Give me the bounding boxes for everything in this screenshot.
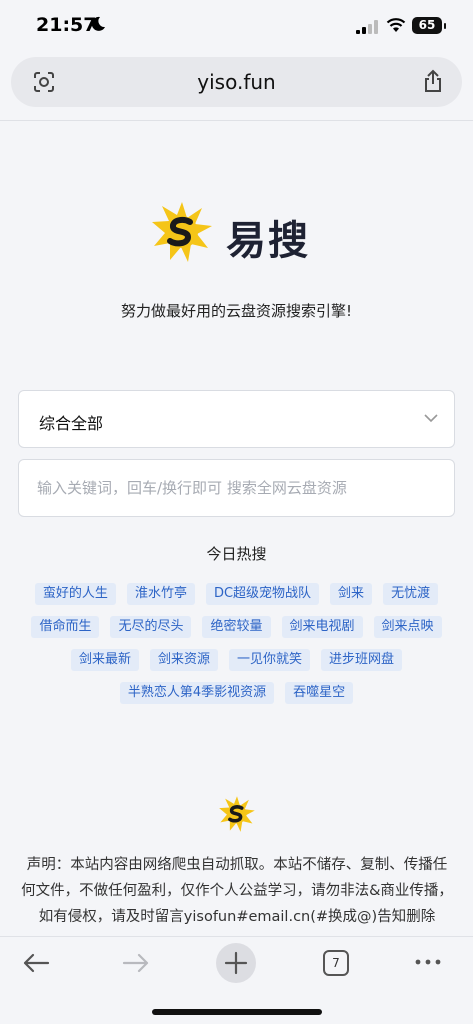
signal-icon [356, 20, 378, 34]
footer-logo-icon [219, 796, 255, 832]
hot-tag[interactable]: 无忧渡 [383, 583, 439, 605]
hot-tag[interactable]: 半熟恋人第4季影视资源 [119, 682, 275, 704]
more-icon[interactable] [412, 952, 444, 972]
moon-icon [91, 16, 105, 31]
category-select[interactable]: 综合全部 [18, 390, 455, 448]
address-bar[interactable]: yiso.fun [11, 57, 462, 107]
hot-tag[interactable]: 绝密较量 [202, 616, 271, 638]
logo-icon [152, 202, 212, 262]
search-input[interactable] [18, 459, 455, 517]
share-icon[interactable] [422, 69, 444, 93]
hot-tag[interactable]: 一见你就笑 [229, 649, 311, 671]
forward-icon[interactable] [122, 952, 150, 974]
status-bar: 21:57 65 [0, 0, 473, 52]
back-icon[interactable] [22, 952, 50, 974]
hot-tag[interactable]: 剑来最新 [70, 649, 139, 671]
hot-tag[interactable]: 吞噬星空 [285, 682, 354, 704]
hot-tag[interactable]: 借命而生 [31, 616, 100, 638]
hot-tag[interactable]: 剑来 [330, 583, 373, 605]
hot-tag[interactable]: 无尽的尽头 [110, 616, 192, 638]
url-text[interactable]: yiso.fun [11, 70, 462, 94]
hot-tag[interactable]: 剑来点映 [373, 616, 442, 638]
home-indicator [152, 1009, 322, 1015]
divider [0, 120, 473, 121]
hot-tag[interactable]: DC超级宠物战队 [205, 583, 320, 605]
tabs-button[interactable]: 7 [323, 950, 349, 976]
status-time: 21:57 [36, 14, 97, 36]
hot-tag[interactable]: 蛮好的人生 [34, 583, 116, 605]
hot-tag[interactable]: 剑来资源 [149, 649, 218, 671]
new-tab-button[interactable] [216, 943, 256, 983]
hot-tag[interactable]: 进步班网盘 [321, 649, 403, 671]
battery-indicator: 65 [412, 17, 446, 34]
hot-tag[interactable]: 淮水竹亭 [126, 583, 195, 605]
hot-search-title: 今日热搜 [206, 545, 267, 563]
chevron-down-icon [424, 414, 438, 423]
category-select-value: 综合全部 [39, 414, 104, 433]
disclaimer-text: 声明：本站内容由网络爬虫自动抓取。本站不储存、复制、传播任何文件，不做任何盈利，… [21, 857, 453, 925]
hot-tag-list: 蛮好的人生 淮水竹亭 DC超级宠物战队 剑来 无忧渡 借命而生 无尽的尽头 绝密… [14, 583, 459, 704]
wifi-icon [386, 18, 406, 32]
site-logo[interactable]: 易搜 [0, 200, 473, 270]
tagline: 努力做最好用的云盘资源搜索引擎! [120, 302, 352, 320]
site-name: 易搜 [226, 218, 310, 264]
hot-tag[interactable]: 剑来电视剧 [281, 616, 363, 638]
plus-icon [224, 951, 248, 975]
